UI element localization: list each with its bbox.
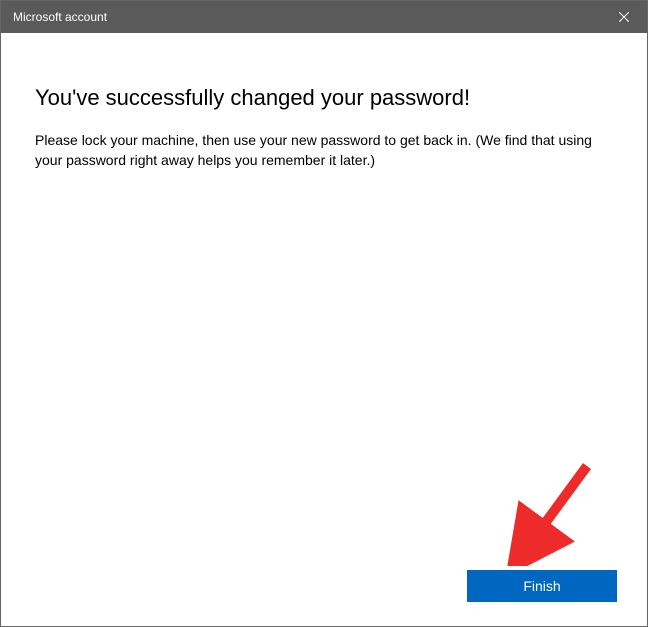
titlebar: Microsoft account xyxy=(1,1,647,33)
footer: Finish xyxy=(467,570,617,602)
close-button[interactable] xyxy=(601,1,647,33)
content-area: You've successfully changed your passwor… xyxy=(1,33,647,170)
window-title: Microsoft account xyxy=(13,10,107,24)
annotation-arrow-icon xyxy=(507,456,597,566)
instruction-text: Please lock your machine, then use your … xyxy=(35,131,613,170)
success-heading: You've successfully changed your passwor… xyxy=(35,85,613,111)
finish-button[interactable]: Finish xyxy=(467,570,617,602)
close-icon xyxy=(619,12,629,22)
